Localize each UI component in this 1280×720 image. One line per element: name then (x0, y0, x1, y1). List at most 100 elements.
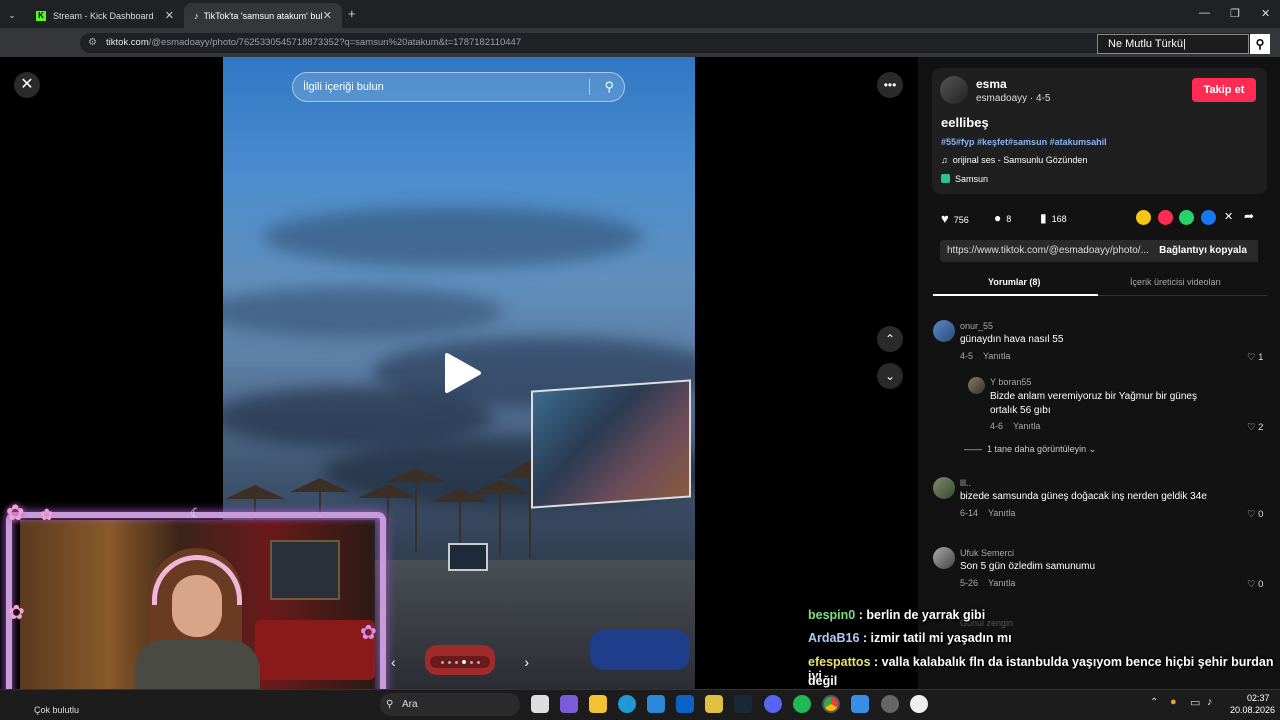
minimize-button[interactable]: — (1199, 7, 1210, 19)
avatar[interactable] (933, 320, 955, 342)
search-icon[interactable]: ⚲ (1250, 34, 1270, 54)
bookmark-icon: ▮ (1040, 211, 1047, 225)
comment-like[interactable]: ♡ 2 (1247, 422, 1263, 433)
search-icon[interactable]: ⚲ (604, 73, 614, 101)
chevron-down-icon[interactable]: ⌄ (877, 363, 903, 389)
facebook-icon[interactable] (1201, 210, 1216, 225)
file-explorer-icon[interactable] (589, 695, 607, 713)
tiktok-icon: ♪ (194, 10, 199, 21)
related-search-input[interactable]: İlgili içeriği bulun ⚲ (292, 72, 625, 102)
post-username[interactable]: esma (976, 77, 1007, 91)
chevron-up-icon[interactable]: ⌃ (877, 326, 903, 352)
embed-icon[interactable] (1136, 210, 1151, 225)
reply-button[interactable]: Yanıtla (988, 508, 1015, 518)
network-icon[interactable]: ▭ (1190, 696, 1200, 709)
view-more-replies[interactable]: —— 1 tane daha görüntüleyin ⌄ (964, 444, 1096, 455)
tab-comments[interactable]: Yorumlar (8) (988, 277, 1040, 287)
restore-button[interactable]: ❐ (1230, 7, 1240, 20)
reply-button[interactable]: Yanıtla (983, 351, 1010, 361)
close-window-button[interactable]: ✕ (1261, 7, 1270, 20)
chrome-icon[interactable] (822, 695, 840, 713)
site-info-icon[interactable]: ⚙ (88, 33, 97, 53)
chat-user: efespattos (808, 655, 871, 669)
obs-icon[interactable] (881, 695, 899, 713)
like-count: 2 (1258, 422, 1264, 433)
tab-creator-videos[interactable]: İçerik üreticisi videoları (1130, 277, 1221, 287)
chevron-down-icon: ⌄ (8, 10, 16, 20)
clock-date[interactable]: 20.08.2026 (1230, 705, 1275, 715)
new-tab-button[interactable]: + (348, 6, 356, 21)
clock-time[interactable]: 02:37 (1247, 693, 1270, 703)
chevron-left-icon[interactable]: ‹ (391, 654, 396, 670)
microphone-icon[interactable]: ● (1170, 696, 1177, 708)
reply-button[interactable]: Yanıtla (988, 578, 1015, 588)
more-options-icon[interactable]: ••• (877, 72, 903, 98)
follow-button[interactable]: Takip et (1192, 78, 1256, 102)
send-icon[interactable] (1158, 210, 1173, 225)
comment-user[interactable]: onur_55 (960, 321, 993, 331)
location-row[interactable]: Samsun (941, 174, 988, 184)
tab-search-button[interactable]: ⌄ (0, 3, 24, 28)
whatsapp-icon[interactable] (1179, 210, 1194, 225)
x-icon[interactable]: ✕ (1224, 210, 1233, 223)
edge-icon[interactable] (618, 695, 636, 713)
play-icon[interactable] (443, 352, 483, 394)
task-view-icon[interactable] (531, 695, 549, 713)
avatar[interactable] (933, 477, 955, 499)
outlook-icon[interactable] (676, 695, 694, 713)
avatar[interactable] (968, 377, 985, 394)
chevron-right-icon[interactable]: › (524, 654, 529, 670)
chat-text: : berlin de yarrak gibi (858, 608, 986, 622)
comment-stat[interactable]: ● 8 (994, 211, 1011, 225)
comment-user[interactable]: Y boran55 (990, 377, 1031, 387)
sound-row[interactable]: ♫ orijinal ses - Samsunlu Gözünden (941, 155, 1087, 165)
comment-like[interactable]: ♡ 1 (1247, 352, 1263, 363)
chat-text: : izmir tatil mi yaşadın mı (862, 631, 1012, 645)
url-field[interactable]: ⚙ tiktok.com/@esmadoayy/photo/7625330545… (80, 33, 1260, 53)
volume-icon[interactable]: ♪ (1207, 696, 1213, 708)
search-icon: ⚲ (386, 699, 394, 710)
like-count: 1 (1258, 352, 1264, 363)
close-icon[interactable]: ✕ (323, 9, 332, 22)
widgets-icon[interactable] (560, 695, 578, 713)
divider (589, 79, 590, 95)
store-icon[interactable] (647, 695, 665, 713)
close-icon[interactable]: ✕ (165, 9, 174, 22)
tab-tiktok[interactable]: ♪ TikTok'ta 'samsun atakum' bulu ✕ (184, 3, 342, 28)
comment-user[interactable]: lll.. (960, 478, 971, 488)
chat-text: : valla kalabalık fln da istanbulda yaşı… (808, 655, 1274, 683)
reply-button[interactable]: Yanıtla (1013, 421, 1040, 431)
app-icon[interactable] (705, 695, 723, 713)
overlay-search-input[interactable]: Ne Mutlu Türkü| (1097, 34, 1249, 54)
post-hashtags[interactable]: #55#fyp #keşfet#samsun #atakumsahil (941, 137, 1107, 147)
avatar[interactable] (933, 547, 955, 569)
steam-icon[interactable] (734, 695, 752, 713)
weather-label[interactable]: Çok bulutlu (34, 705, 79, 715)
webcam-frame (6, 512, 386, 707)
spotify-icon[interactable] (793, 695, 811, 713)
url-domain: tiktok.com (106, 37, 149, 48)
discord-icon[interactable] (764, 695, 782, 713)
chat-user: bespin0 (808, 608, 856, 622)
tab-kick[interactable]: K Stream - Kick Dashboard ✕ (26, 3, 184, 28)
app-icon[interactable] (851, 695, 869, 713)
more-replies-label: 1 tane daha görüntüleyin (987, 444, 1087, 454)
tray-chevron-icon[interactable]: ⌃ (1150, 697, 1158, 708)
taskbar-search[interactable]: ⚲ Ara (380, 693, 520, 716)
comment-like[interactable]: ♡ 0 (1247, 579, 1263, 590)
copy-link-button[interactable]: Bağlantıyı kopyala (1148, 240, 1258, 262)
comment-date: 5-26 (960, 578, 979, 588)
comment-tabs: Yorumlar (8) İçerik üreticisi videoları (932, 270, 1267, 296)
post-link-field[interactable]: https://www.tiktok.com/@esmadoayy/photo/… (940, 240, 1258, 262)
chat-user: ArdaB16 (808, 631, 860, 645)
comment-like[interactable]: ♡ 0 (1247, 509, 1263, 520)
save-stat[interactable]: ▮ 168 (1040, 211, 1067, 225)
url-path: /@esmadoayy/photo/7625330545718873352?q=… (148, 37, 522, 48)
comment-user[interactable]: Ufuk Semerci (960, 548, 1014, 558)
close-icon[interactable]: ✕ (14, 72, 40, 98)
share-arrow-icon[interactable]: ➦ (1244, 209, 1254, 223)
page-dots (430, 656, 490, 668)
avatar[interactable] (940, 76, 968, 104)
like-stat[interactable]: ♥ 756 (941, 211, 969, 226)
app-icon[interactable] (910, 695, 928, 713)
